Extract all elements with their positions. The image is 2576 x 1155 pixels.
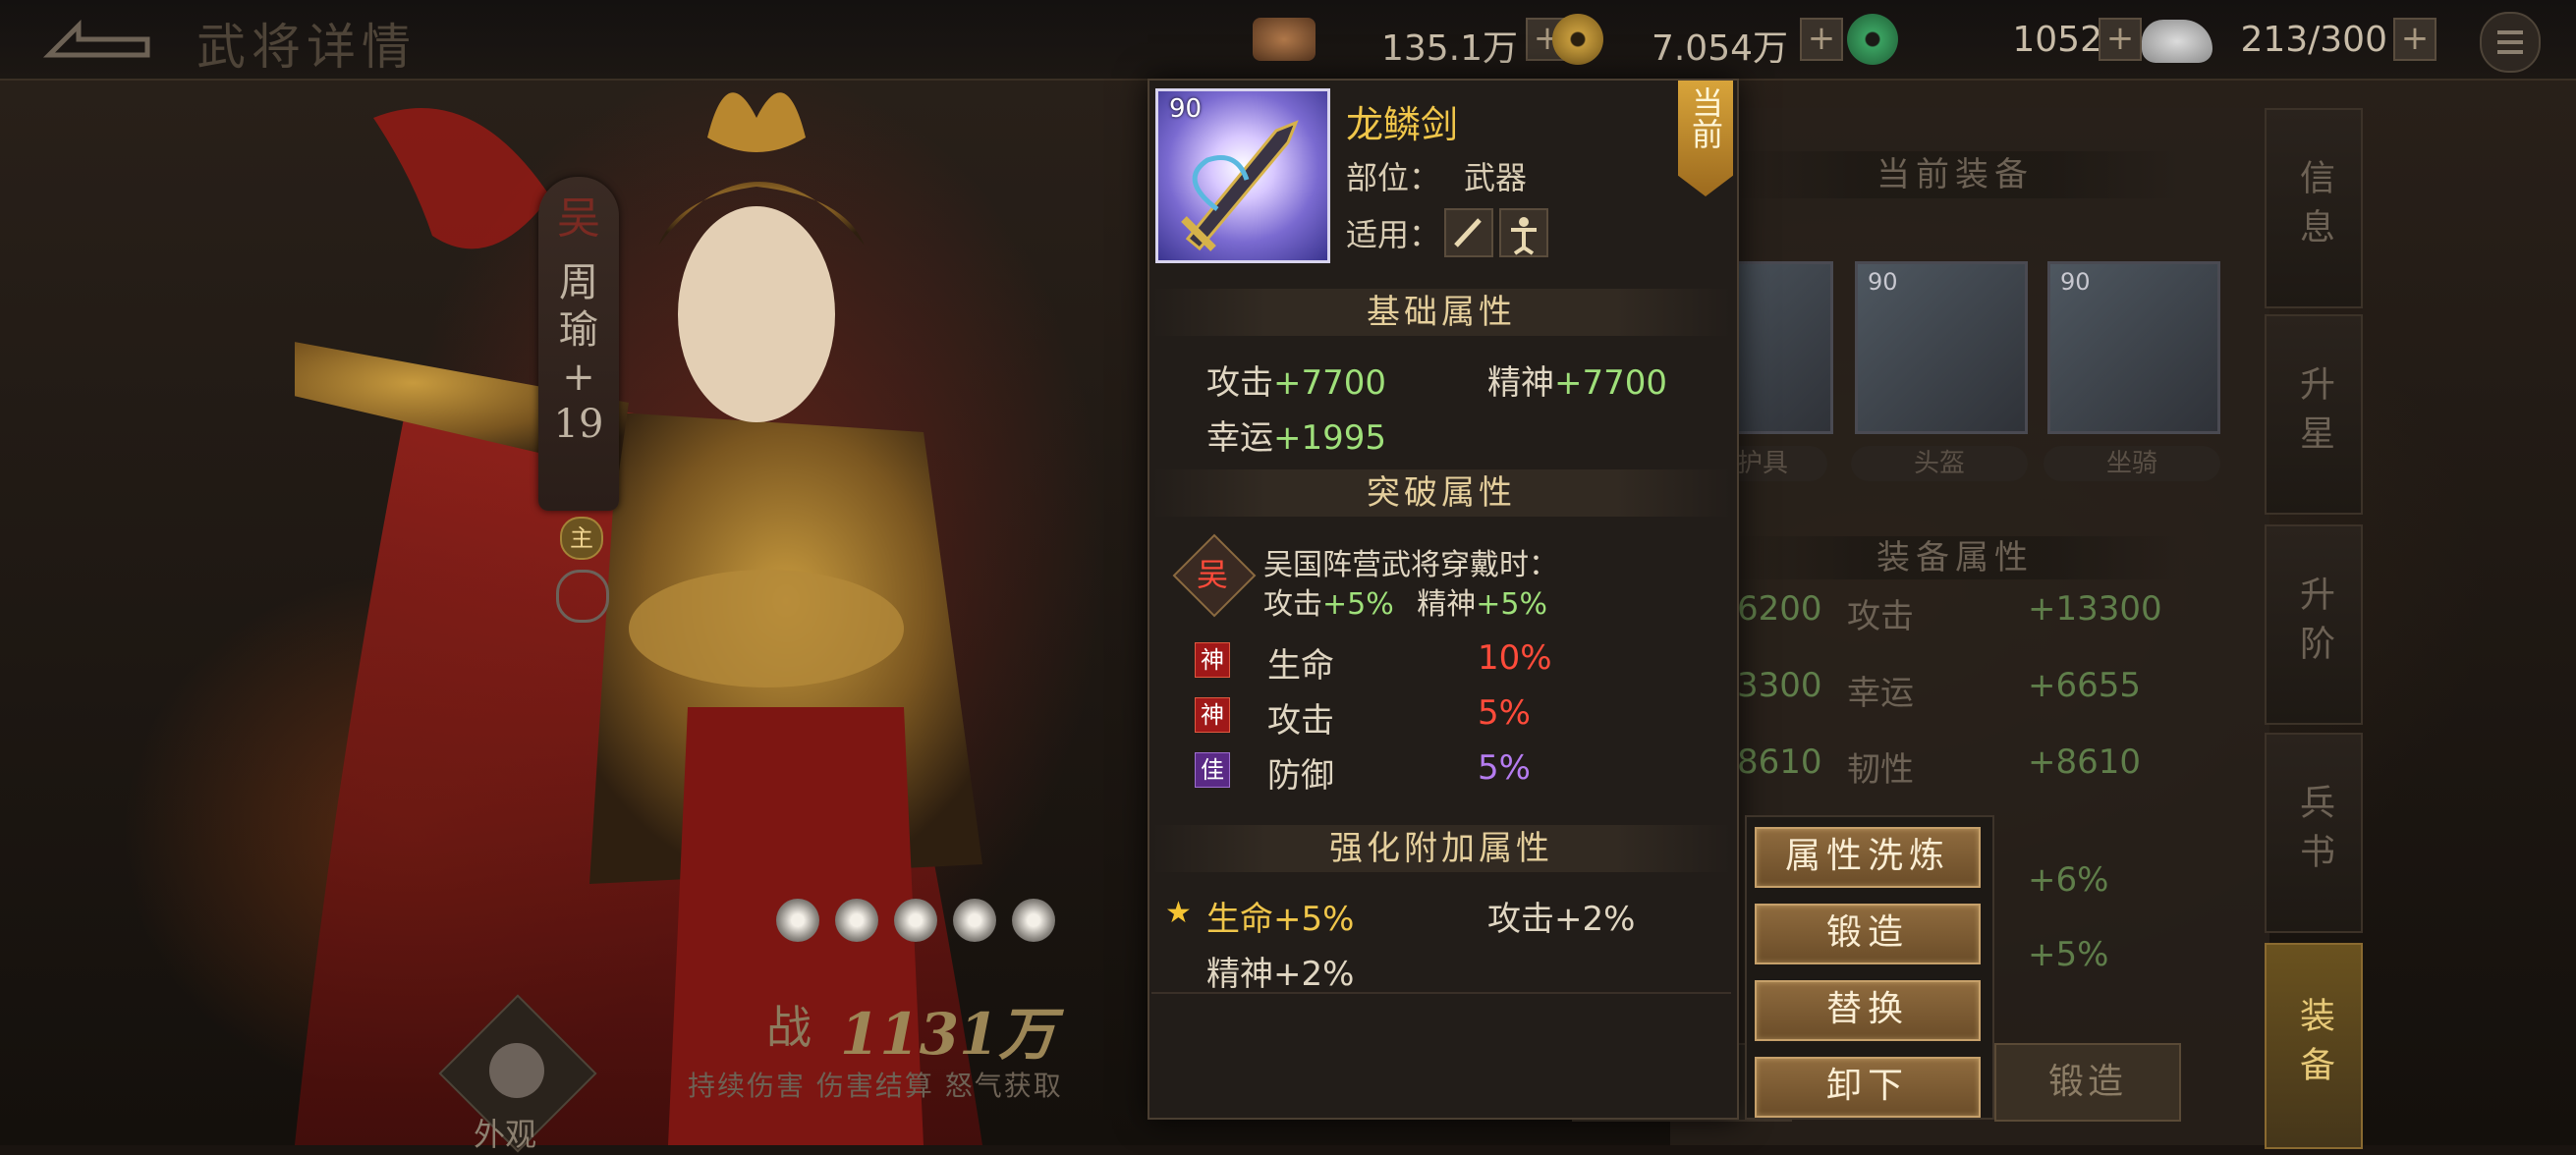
- page-title: 武将详情: [196, 19, 417, 76]
- add-jade-button[interactable]: +: [2099, 18, 2142, 61]
- slot-value: 武器: [1464, 159, 1528, 196]
- extra-value: +6%: [2028, 860, 2109, 900]
- breakthrough-attr-name: 攻击: [1267, 701, 1334, 741]
- tab-war-book[interactable]: 兵书: [2265, 733, 2363, 933]
- tab-equipment[interactable]: 装备: [2265, 943, 2363, 1149]
- basic-attributes-header: 基础属性: [1151, 289, 1731, 336]
- faction-label: 吴: [557, 193, 600, 244]
- divine-badge: 神: [1195, 642, 1230, 678]
- attr-value: +13300: [2028, 589, 2162, 629]
- role-badge: 主: [560, 517, 603, 560]
- slot-level: 90: [1868, 268, 1898, 296]
- attr-left-value: 8610: [1737, 742, 1822, 782]
- resource-value: 135.1万: [1380, 28, 1518, 69]
- tab-info[interactable]: 信息: [2265, 108, 2363, 308]
- add-copper-button[interactable]: +: [1800, 18, 1843, 61]
- appearance-label: 外观: [474, 1116, 537, 1153]
- item-name: 龙鳞剑: [1346, 103, 1459, 146]
- attr-name: 攻击: [1847, 597, 1914, 636]
- breakthrough-header: 突破属性: [1151, 469, 1731, 517]
- basic-attr: 幸运+1995: [1206, 418, 1387, 458]
- breakthrough-attr-value: 5%: [1478, 693, 1531, 733]
- jade-icon: [1847, 14, 1898, 65]
- back-button[interactable]: [39, 16, 157, 63]
- basic-attr: 精神+7700: [1487, 363, 1668, 403]
- grain-icon: [1253, 18, 1316, 61]
- forge-all-button[interactable]: 锻造: [1994, 1043, 2181, 1122]
- replace-button[interactable]: 替换: [1755, 980, 1981, 1041]
- faction-badge-text: 吴: [1197, 556, 1229, 593]
- resource-value: 1052: [2012, 20, 2102, 60]
- list-menu-icon: [2497, 30, 2523, 54]
- slot-label: 部位：: [1346, 159, 1441, 196]
- equipment-attributes-header: 装备属性: [1729, 536, 2181, 579]
- item-level: 90: [1169, 94, 1203, 124]
- faction-bonus: 攻击+5% 精神+5%: [1263, 587, 1548, 622]
- extra-value: +5%: [2028, 935, 2109, 974]
- enhance-attr: 精神+2%: [1206, 955, 1355, 994]
- skill-tags: 持续伤害 伤害结算 怒气获取: [688, 1070, 1063, 1102]
- star-rating: [776, 899, 1071, 948]
- enhance-attr: 生命+5%: [1206, 900, 1355, 939]
- divine-badge: 神: [1195, 697, 1230, 733]
- tab-rank-up[interactable]: 升阶: [2265, 524, 2363, 725]
- slot-level: 90: [2060, 268, 2091, 296]
- faction-banner: 吴 周 瑜 + 19: [538, 177, 619, 511]
- add-stamina-button[interactable]: +: [2393, 18, 2436, 61]
- equip-slot-mount[interactable]: 90: [2047, 261, 2220, 434]
- applicable-label: 适用：: [1346, 216, 1441, 253]
- stamina-icon: [2142, 20, 2212, 63]
- refine-attributes-button[interactable]: 属性洗炼: [1755, 827, 1981, 888]
- enhance-attributes-header: 强化附加属性: [1151, 825, 1731, 872]
- menu-button[interactable]: [2480, 12, 2541, 73]
- general-portrait: [295, 92, 982, 1145]
- current-tag: 当前: [1678, 81, 1733, 196]
- resource-value: 213/300: [2240, 20, 2387, 60]
- attr-value: +8610: [2028, 742, 2142, 782]
- star-pip: [1012, 899, 1055, 942]
- attr-value: +6655: [2028, 666, 2142, 705]
- star-pip: [835, 899, 878, 942]
- breakthrough-attr-name: 生命: [1267, 646, 1334, 686]
- breakthrough-attr-name: 防御: [1267, 756, 1334, 796]
- general-name: 周 瑜 + 19: [553, 260, 604, 447]
- forge-button[interactable]: 锻造: [1755, 904, 1981, 964]
- fine-badge: 佳: [1195, 752, 1230, 788]
- basic-attr: 攻击+7700: [1206, 363, 1387, 403]
- warrior-icon: [1499, 208, 1548, 257]
- resource-value: 7.054万: [1651, 28, 1788, 69]
- enhance-attr: 攻击+2%: [1487, 900, 1636, 939]
- star-pip: [894, 899, 937, 942]
- resource-jade: 1052 +: [1847, 14, 2142, 67]
- circle-ornament: [556, 570, 609, 623]
- appearance-icon: [489, 1043, 544, 1098]
- breakthrough-attr-value: 10%: [1478, 638, 1552, 678]
- equip-slot-helmet[interactable]: 90: [1855, 261, 2028, 434]
- power-label: 战: [766, 1001, 812, 1054]
- star-icon: ★: [1165, 896, 1192, 930]
- back-arrow-icon: [42, 19, 150, 58]
- attr-left-value: 6200: [1737, 589, 1822, 629]
- current-tag-text: 当前: [1687, 86, 1724, 149]
- slot-label: 头盔: [1851, 446, 2028, 481]
- star-pip: [776, 899, 819, 942]
- star-pip: [953, 899, 996, 942]
- attr-name: 幸运: [1847, 674, 1914, 713]
- attr-name: 韧性: [1847, 750, 1914, 790]
- faction-condition: 吴国阵营武将穿戴时：: [1263, 548, 1558, 582]
- resource-copper: 7.054万 +: [1552, 14, 1847, 69]
- power-value: 1131万: [840, 1001, 1056, 1068]
- current-equipment-header: 当前装备: [1729, 151, 2181, 198]
- brush-icon: [1444, 208, 1493, 257]
- slot-label: 坐骑: [2044, 446, 2220, 481]
- attr-left-value: 3300: [1737, 666, 1822, 705]
- unequip-button[interactable]: 卸下: [1755, 1057, 1981, 1118]
- resource-grain: 135.1万 +: [1253, 14, 1569, 69]
- popup-bottom-divider: [1151, 992, 1731, 994]
- breakthrough-attr-value: 5%: [1478, 748, 1531, 788]
- tab-star-up[interactable]: 升星: [2265, 314, 2363, 515]
- resource-stamina: 213/300 +: [2142, 14, 2436, 67]
- copper-coin-icon: [1552, 14, 1603, 65]
